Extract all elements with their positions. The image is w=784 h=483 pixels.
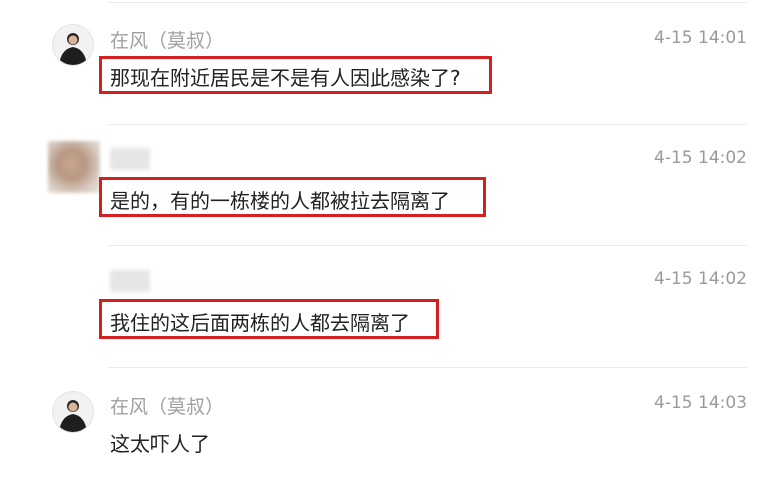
divider bbox=[108, 245, 747, 246]
message-text: 这太吓人了 bbox=[110, 432, 210, 456]
sender-name[interactable]: 在风（莫叔） bbox=[110, 392, 224, 419]
divider bbox=[108, 367, 747, 368]
timestamp: 4-15 14:01 bbox=[654, 28, 747, 48]
divider bbox=[108, 124, 747, 125]
sender-name-redacted bbox=[110, 148, 150, 170]
person-icon bbox=[59, 33, 87, 65]
user-avatar[interactable] bbox=[52, 24, 94, 66]
timestamp: 4-15 14:02 bbox=[654, 148, 747, 168]
highlight-box bbox=[99, 299, 439, 339]
highlight-box bbox=[99, 177, 486, 217]
divider bbox=[108, 2, 747, 3]
sender-name-redacted bbox=[110, 270, 150, 292]
timestamp: 4-15 14:03 bbox=[654, 393, 747, 413]
user-avatar[interactable] bbox=[48, 141, 100, 193]
user-avatar[interactable] bbox=[52, 391, 94, 433]
highlight-box bbox=[99, 56, 492, 94]
timestamp: 4-15 14:02 bbox=[654, 269, 747, 289]
person-icon bbox=[59, 400, 87, 432]
sender-name[interactable]: 在风（莫叔） bbox=[110, 26, 224, 53]
